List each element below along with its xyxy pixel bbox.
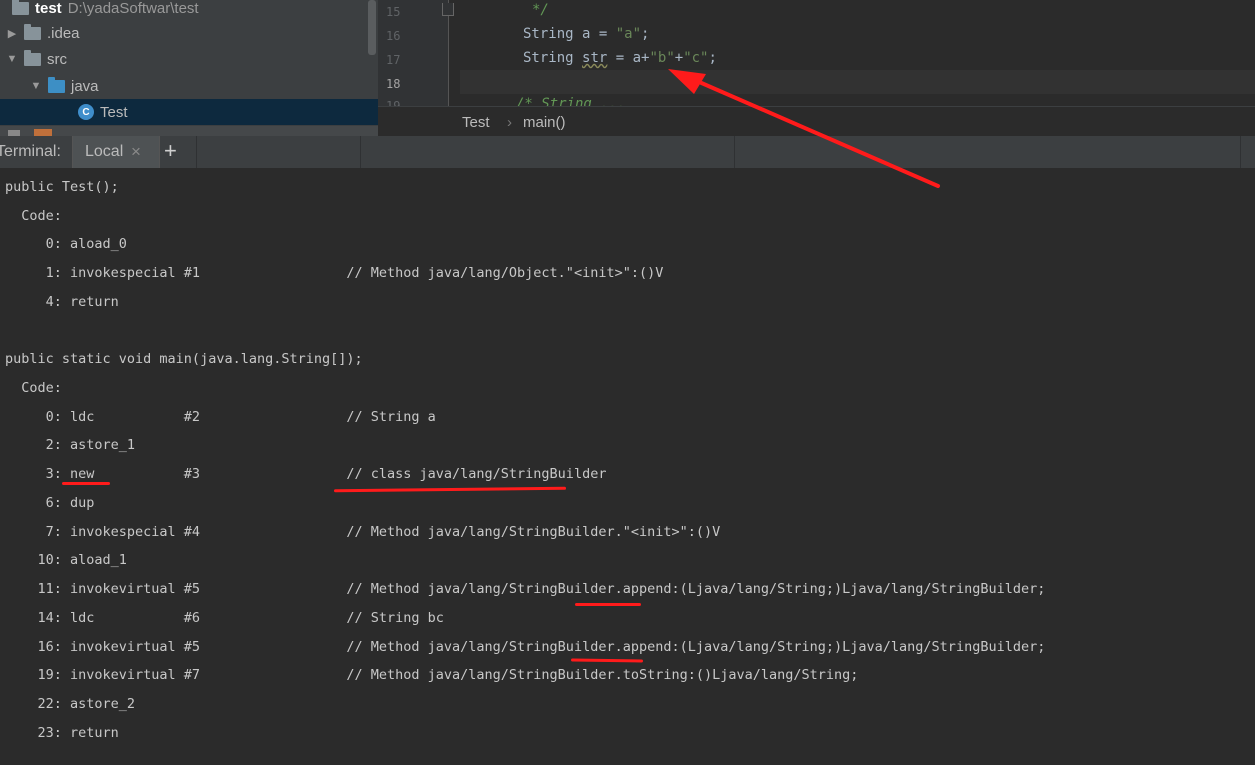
terminal-line: 0: aload_0 [5, 236, 127, 252]
close-icon[interactable]: × [131, 142, 141, 162]
folder-icon [24, 49, 41, 66]
annotation-underline [62, 482, 110, 485]
terminal-line: 14: ldc #6 // String bc [5, 610, 444, 626]
terminal-line: 0: ldc #2 // String a [5, 409, 436, 425]
folder-icon [24, 23, 41, 40]
terminal-label: Terminal: [0, 143, 61, 160]
tree-scrollbar[interactable] [368, 0, 376, 55]
breadcrumb-class[interactable]: Test [462, 114, 490, 131]
terminal-tabbar: Terminal: Local × + [0, 136, 1255, 169]
code-editor[interactable]: 15 16 17 18 19 */ String a = "a"; String… [378, 0, 1255, 106]
terminal-line: 22: astore_2 [5, 696, 136, 712]
tree-partial-row [0, 126, 378, 136]
line-number: 15 [386, 5, 401, 19]
terminal-line: 11: invokevirtual #5 // Method java/lang… [5, 581, 1046, 597]
chevron-down-icon[interactable]: ▼ [6, 53, 18, 65]
tab-divider [196, 136, 197, 168]
code-line-16: String a = "a"; [523, 26, 650, 42]
tree-item-label: java [71, 77, 99, 95]
tab-divider [1240, 136, 1241, 168]
terminal-line: 3: new #3 // class java/lang/StringBuild… [5, 466, 607, 482]
tab-local[interactable]: Local × [72, 136, 160, 168]
annotation-underline [333, 486, 567, 493]
tree-root-path: D:\yadaSoftwar\test [67, 0, 199, 17]
terminal-line: 19: invokevirtual #7 // Method java/lang… [5, 667, 859, 683]
line-number: 17 [386, 53, 401, 67]
breadcrumb: Test › main() [378, 106, 1255, 137]
fold-marker-icon[interactable] [442, 3, 454, 16]
source-folder-icon [48, 76, 65, 93]
tree-item-src[interactable]: ▼ src [0, 46, 378, 72]
tab-local-label: Local [85, 143, 124, 160]
line-gutter: 15 16 17 18 19 [378, 0, 449, 106]
code-line-17: String str = a+"b"+"c"; [523, 50, 717, 66]
tab-divider [734, 136, 735, 168]
terminal-line: 23: return [5, 725, 119, 741]
terminal-line: 4: return [5, 294, 119, 310]
line-number: 19 [386, 99, 401, 106]
terminal-output[interactable]: public Test(); Code: 0: aload_0 1: invok… [0, 168, 1255, 765]
folder-icon [12, 0, 29, 15]
tree-root-name: test [35, 0, 62, 17]
annotation-underline [575, 603, 641, 606]
terminal-line: Code: [5, 380, 62, 396]
annotation-underline [570, 658, 644, 663]
terminal-line: 6: dup [5, 495, 95, 511]
tree-item-label: Test [100, 103, 128, 121]
code-line-19: /* String ... [516, 96, 626, 106]
tree-item-label: src [47, 50, 67, 68]
current-line-highlight [460, 70, 1255, 94]
tree-item-label: .idea [47, 24, 80, 42]
terminal-line: public static void main(java.lang.String… [5, 351, 363, 367]
tree-item-idea[interactable]: ▶ .idea [0, 20, 378, 46]
tree-item-root[interactable]: test D:\yadaSoftwar\test [0, 0, 378, 21]
code-line-15: */ [532, 2, 549, 18]
add-tab-icon[interactable]: + [164, 138, 177, 164]
terminal-line: 10: aload_1 [5, 552, 127, 568]
library-icon [34, 129, 52, 136]
breadcrumb-separator: › [507, 114, 512, 131]
line-number: 18 [386, 77, 401, 91]
tree-item-test[interactable]: C Test [0, 99, 378, 125]
tree-item-java[interactable]: ▼ java [0, 73, 378, 99]
terminal-line: 16: invokevirtual #5 // Method java/lang… [5, 639, 1046, 655]
tab-divider [360, 136, 361, 168]
project-tree: test D:\yadaSoftwar\test ▶ .idea ▼ src ▼… [0, 0, 378, 136]
breadcrumb-method[interactable]: main() [523, 114, 566, 131]
terminal-line: Code: [5, 208, 62, 224]
terminal-line: public Test(); [5, 179, 119, 195]
class-icon: C [78, 104, 94, 120]
chevron-right-icon[interactable]: ▶ [6, 27, 18, 40]
line-number: 16 [386, 29, 401, 43]
terminal-line: 1: invokespecial #1 // Method java/lang/… [5, 265, 664, 281]
warning-variable: str [582, 50, 608, 66]
chevron-down-icon[interactable]: ▼ [30, 80, 42, 92]
terminal-line: 2: astore_1 [5, 437, 136, 453]
terminal-line: 7: invokespecial #4 // Method java/lang/… [5, 524, 721, 540]
